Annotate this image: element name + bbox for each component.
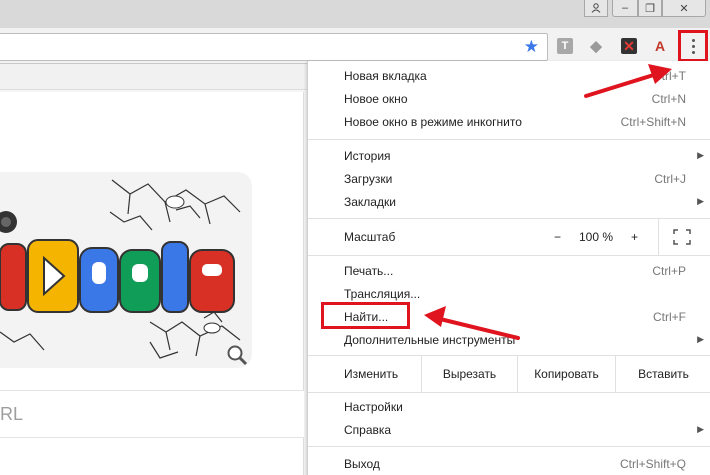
menu-item-shortcut: Ctrl+Shift+N [620,114,686,129]
menu-item-label: Закладки [344,194,396,209]
zoom-in-button[interactable]: + [631,230,638,244]
menu-item-find[interactable]: Найти... Ctrl+F [308,305,710,328]
browser-toolbar: ★ T ◆ ✕ A [0,28,710,64]
menu-divider [308,139,710,140]
page-content: RL [0,64,310,475]
menu-item-label: Справка [344,422,392,437]
bookmark-star-icon[interactable]: ★ [524,37,539,57]
extension-diamond-icon[interactable]: ◆ [588,38,604,55]
chrome-main-menu: Новая вкладка Ctrl+T Новое окно Ctrl+N Н… [307,61,710,475]
menu-divider [308,255,710,256]
copy-button[interactable]: Копировать [517,356,615,392]
menu-item-downloads[interactable]: Загрузки Ctrl+J [308,167,710,190]
submenu-arrow-icon: ▶ [697,334,704,344]
menu-item-label: Новая вкладка [344,68,427,83]
menu-item-label: Новое окно [344,91,408,106]
zoom-label: Масштаб [344,230,396,244]
fullscreen-icon[interactable] [673,229,691,245]
maximize-button[interactable]: ❐ [638,0,662,17]
menu-dot-icon [691,50,695,54]
menu-item-settings[interactable]: Настройки [308,395,710,418]
cut-button[interactable]: Вырезать [421,356,517,392]
search-placeholder: RL [0,404,24,424]
menu-item-label: Настройки [344,399,403,414]
menu-item-shortcut: Ctrl+Shift+Q [619,456,686,471]
menu-edit-row: Изменить Вырезать Копировать Вставить [308,356,710,392]
submenu-arrow-icon: ▶ [697,424,704,434]
person-icon [591,3,601,13]
menu-divider [308,392,710,393]
zoom-out-button[interactable]: − [554,230,561,244]
chrome-menu-button[interactable] [678,30,708,62]
page-top-strip [0,64,310,90]
menu-item-exit[interactable]: Выход Ctrl+Shift+Q [308,452,710,475]
new-tab-card: RL [0,92,304,475]
zoom-divider [658,219,659,255]
menu-dot-icon [691,44,695,48]
extension-pdf-icon[interactable]: A [652,38,668,54]
menu-item-more-tools[interactable]: Дополнительные инструменты ▶ [308,328,710,351]
menu-item-label: Трансляция... [344,286,421,301]
paste-button[interactable]: Вставить [615,356,710,392]
menu-item-incognito[interactable]: Новое окно в режиме инкогнито Ctrl+Shift… [308,110,710,133]
menu-divider [308,446,710,447]
menu-item-label: Выход [344,456,380,471]
extension-x-icon[interactable]: ✕ [621,38,637,54]
menu-item-label: История [344,148,391,163]
search-box[interactable]: RL [0,390,304,438]
zoom-value: 100 % [579,230,614,244]
address-bar[interactable]: ★ [0,33,548,61]
menu-item-history[interactable]: История ▶ [308,144,710,167]
menu-item-new-window[interactable]: Новое окно Ctrl+N [308,87,710,110]
menu-item-label: Новое окно в режиме инкогнито [344,114,522,129]
minimize-button[interactable]: – [612,0,638,17]
menu-item-help[interactable]: Справка ▶ [308,418,710,441]
menu-item-label: Загрузки [344,171,393,186]
menu-zoom-row: Масштаб − 100 % + [308,219,710,255]
magnifier-icon[interactable] [226,344,248,366]
close-window-button[interactable]: ✕ [662,0,706,17]
menu-item-shortcut: Ctrl+T [653,68,686,83]
menu-item-cast[interactable]: Трансляция... [308,282,710,305]
menu-item-bookmarks[interactable]: Закладки ▶ [308,190,710,213]
menu-item-new-tab[interactable]: Новая вкладка Ctrl+T [308,64,710,87]
edit-label: Изменить [344,367,399,381]
doodle-illustration-icon [0,179,241,359]
window-titlebar: – ❐ ✕ [0,0,710,28]
extension-t-icon[interactable]: T [557,38,573,54]
submenu-arrow-icon: ▶ [697,150,704,160]
menu-item-label: Найти... [344,309,389,324]
submenu-arrow-icon: ▶ [697,196,704,206]
menu-item-print[interactable]: Печать... Ctrl+P [308,259,710,282]
menu-item-label: Дополнительные инструменты [344,332,516,347]
menu-item-shortcut: Ctrl+N [651,91,686,106]
menu-item-shortcut: Ctrl+J [654,171,686,186]
profile-button[interactable] [584,0,608,17]
menu-item-shortcut: Ctrl+F [653,309,686,324]
menu-item-label: Печать... [344,263,394,278]
menu-item-shortcut: Ctrl+P [652,263,686,278]
google-doodle[interactable] [0,172,252,368]
menu-dot-icon [691,38,695,42]
